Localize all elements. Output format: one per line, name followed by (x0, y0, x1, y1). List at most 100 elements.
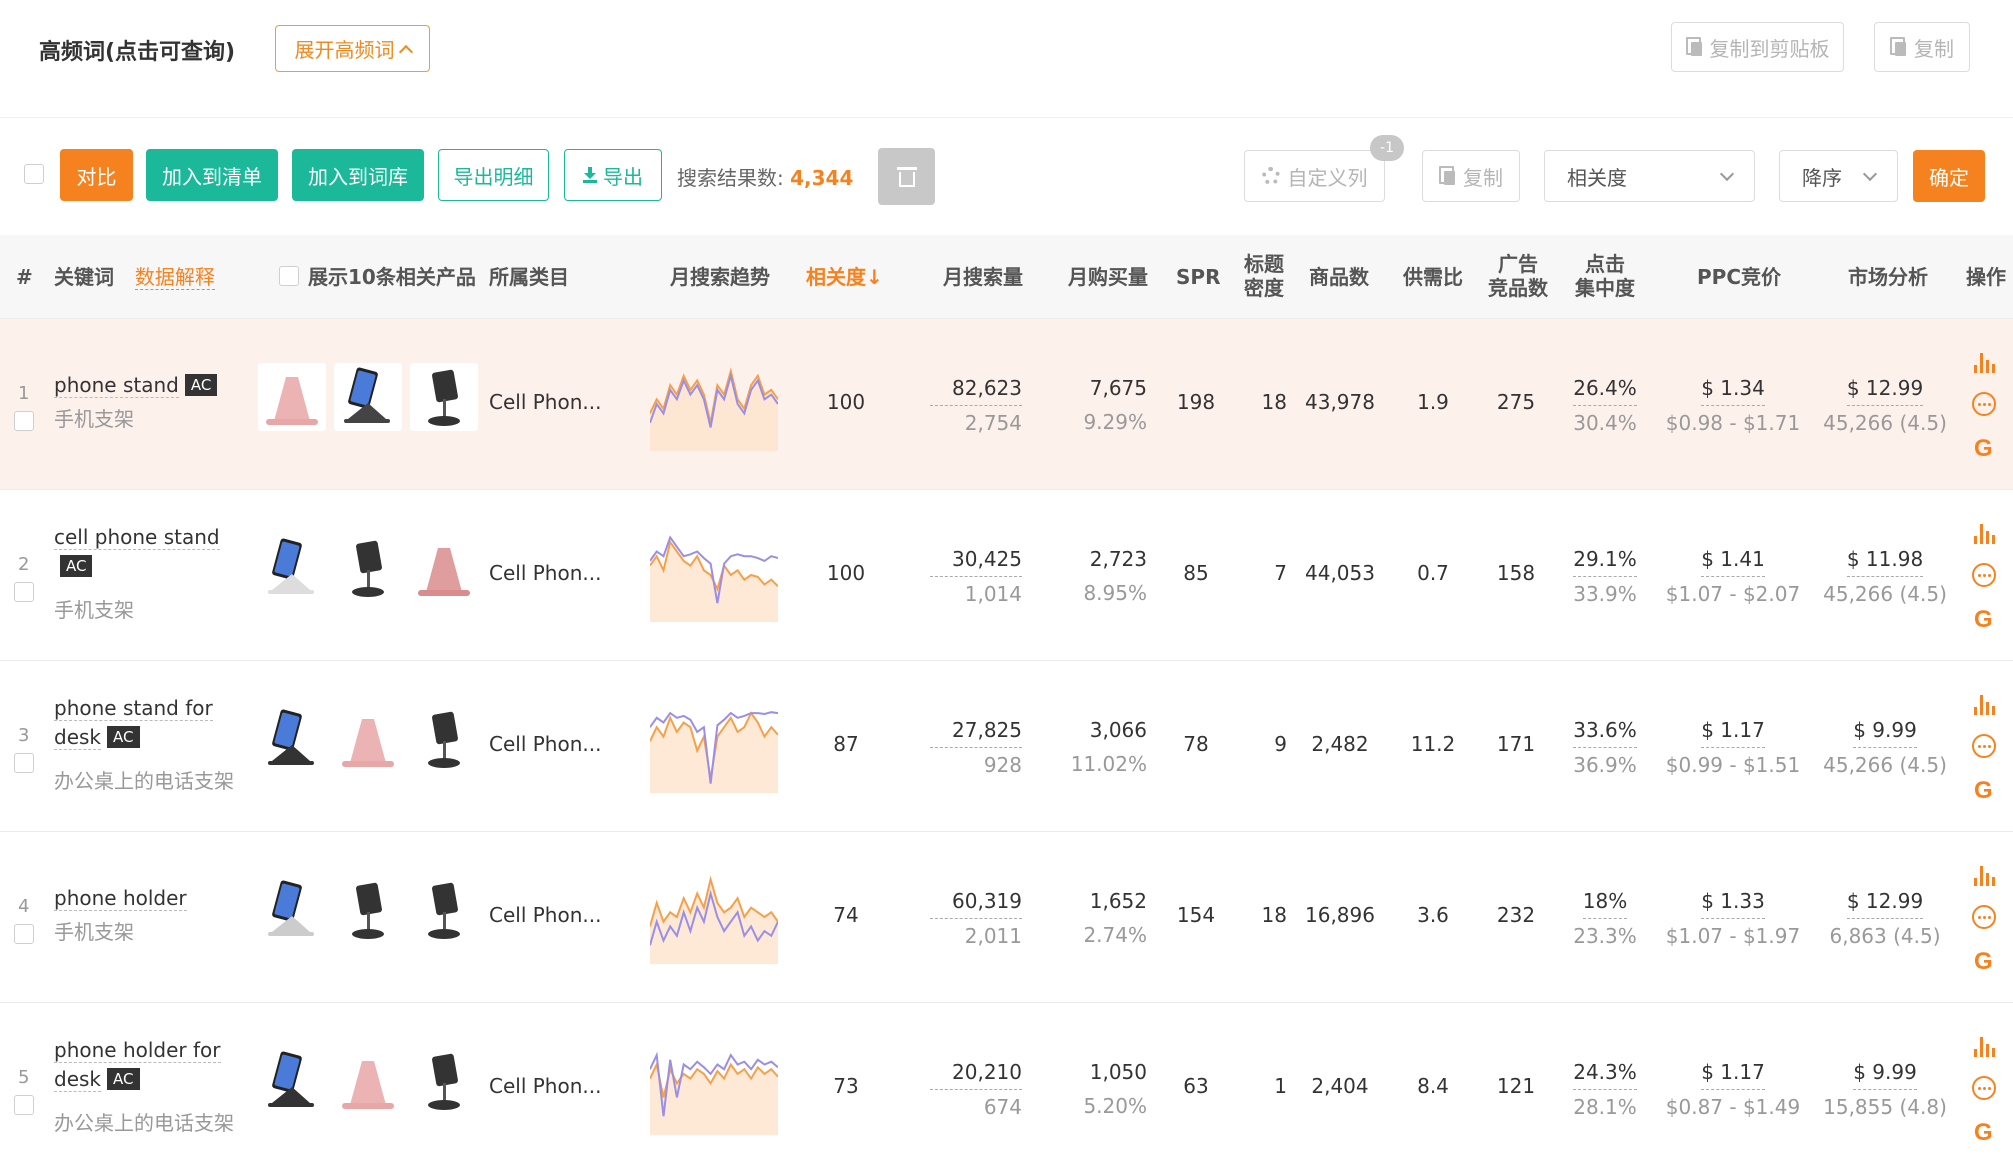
monthly-buy-cell: 2,723 8.95% (1083, 547, 1147, 605)
col-monthly-search[interactable]: 月搜索量 (943, 265, 1023, 289)
google-search-icon[interactable]: G (1974, 435, 1993, 463)
google-search-icon[interactable]: G (1974, 1119, 1993, 1147)
more-options-icon[interactable] (1972, 734, 1996, 758)
search-trend-sparkline[interactable] (650, 1041, 778, 1135)
title-density-cell: 1 (1274, 1074, 1287, 1098)
copy-to-clipboard-button[interactable]: 复制到剪贴板 (1671, 22, 1844, 72)
keyword-text[interactable]: phone holder (54, 886, 187, 911)
delete-button[interactable] (878, 148, 935, 205)
click-concentration-cell: 33.6% 36.9% (1560, 713, 1650, 782)
product-thumbnail[interactable] (410, 705, 478, 773)
keyword-cell[interactable]: phone holder for desk AC (54, 1036, 254, 1094)
select-all-checkbox[interactable] (24, 164, 44, 184)
export-button[interactable]: 导出 (564, 149, 662, 201)
bar-chart-icon[interactable] (1974, 695, 1996, 715)
add-to-library-button[interactable]: 加入到词库 (292, 149, 424, 201)
market-cell: $ 12.99 45,266 (4.5) (1820, 371, 1950, 440)
keyword-cell[interactable]: cell phone stand AC (54, 523, 254, 581)
row-checkbox[interactable] (14, 1095, 34, 1115)
keyword-cell[interactable]: phone holder (54, 884, 254, 913)
supply-ratio-cell: 3.6 (1417, 903, 1449, 927)
product-thumbnail[interactable] (258, 876, 326, 944)
category-cell: Cell Phon... (489, 903, 602, 927)
category-cell: Cell Phon... (489, 732, 602, 756)
col-spr[interactable]: SPR (1176, 265, 1220, 289)
product-thumbnail[interactable] (258, 1047, 326, 1115)
col-ppc[interactable]: PPC竞价 (1697, 265, 1781, 289)
more-options-icon[interactable] (1972, 392, 1996, 416)
bar-chart-icon[interactable] (1974, 353, 1996, 373)
more-options-icon[interactable] (1972, 563, 1996, 587)
keyword-cell[interactable]: phone stand for desk AC (54, 694, 254, 752)
custom-columns-badge: -1 (1370, 135, 1404, 161)
expand-high-frequency-button[interactable]: 展开高频词 (275, 25, 430, 72)
ppc-cell: $ 1.33 $1.07 - $1.97 (1660, 884, 1806, 953)
ac-badge: AC (184, 374, 218, 396)
col-product-count[interactable]: 商品数 (1309, 265, 1369, 289)
product-thumbnail[interactable] (410, 1047, 478, 1115)
sort-order-select[interactable]: 降序 (1779, 150, 1898, 202)
show-products-checkbox[interactable] (279, 266, 299, 286)
title-density-cell: 9 (1274, 732, 1287, 756)
col-supply-ratio[interactable]: 供需比 (1403, 265, 1463, 289)
ac-badge: AC (107, 1068, 140, 1090)
keyword-text[interactable]: cell phone stand (54, 525, 220, 550)
col-trend: 月搜索趋势 (670, 265, 770, 289)
product-thumbnail[interactable] (258, 705, 326, 773)
product-thumbnail[interactable] (410, 363, 478, 431)
more-options-icon[interactable] (1972, 905, 1996, 929)
row-checkbox[interactable] (14, 924, 34, 944)
google-search-icon[interactable]: G (1974, 948, 1993, 976)
col-relevance[interactable]: 相关度↓ (806, 265, 883, 289)
product-thumbnail[interactable] (258, 534, 326, 602)
high-frequency-bar: 高频词(点击可查询) 展开高频词 复制到剪贴板 复制 (0, 0, 2013, 118)
custom-columns-button[interactable]: 自定义列 (1244, 150, 1385, 202)
keyword-text[interactable]: phone stand (54, 373, 179, 398)
product-thumbnail[interactable] (334, 363, 402, 431)
product-thumbnail[interactable] (334, 705, 402, 773)
col-monthly-buy[interactable]: 月购买量 (1068, 265, 1148, 289)
row-checkbox[interactable] (14, 753, 34, 773)
search-trend-sparkline[interactable] (650, 357, 778, 451)
col-click-concentration[interactable]: 点击 集中度 (1575, 252, 1635, 300)
data-explain-link[interactable]: 数据解释 (134, 265, 215, 290)
search-trend-sparkline[interactable] (650, 699, 778, 793)
bar-chart-icon[interactable] (1974, 866, 1996, 886)
copy-button[interactable]: 复制 (1422, 150, 1520, 202)
product-thumbnail[interactable] (410, 534, 478, 602)
copy-icon (1890, 37, 1906, 57)
row-checkbox[interactable] (14, 411, 34, 431)
search-trend-sparkline[interactable] (650, 528, 778, 622)
add-to-list-button[interactable]: 加入到清单 (146, 149, 278, 201)
product-thumbnail[interactable] (334, 534, 402, 602)
export-detail-button[interactable]: 导出明细 (438, 149, 549, 201)
confirm-button[interactable]: 确定 (1913, 150, 1985, 202)
click-concentration-cell: 29.1% 33.9% (1560, 542, 1650, 611)
more-options-icon[interactable] (1972, 1076, 1996, 1100)
col-title-density[interactable]: 标题 密度 (1244, 252, 1284, 300)
sort-field-select[interactable]: 相关度 (1544, 150, 1755, 202)
product-thumbnail[interactable] (334, 876, 402, 944)
col-ad-count[interactable]: 广告 竞品数 (1488, 252, 1548, 300)
keyword-cell[interactable]: phone stand AC (54, 371, 254, 400)
product-thumbnail[interactable] (410, 876, 478, 944)
relevance-cell: 74 (833, 903, 859, 927)
row-checkbox[interactable] (14, 582, 34, 602)
product-thumbnail[interactable] (334, 1047, 402, 1115)
bar-chart-icon[interactable] (1974, 1037, 1996, 1057)
bar-chart-icon[interactable] (1974, 524, 1996, 544)
product-thumbnail[interactable] (258, 363, 326, 431)
spr-cell: 63 (1183, 1074, 1209, 1098)
compare-button[interactable]: 对比 (60, 149, 133, 201)
row-number: 5 (18, 1067, 30, 1088)
table-row: 1 phone stand AC 手机支架 Cell Phon... 100 82… (0, 319, 2013, 490)
copy-button-top[interactable]: 复制 (1874, 22, 1970, 72)
ppc-cell: $ 1.17 $0.99 - $1.51 (1660, 713, 1806, 782)
market-cell: $ 11.98 45,266 (4.5) (1820, 542, 1950, 611)
title-density-cell: 18 (1261, 390, 1287, 414)
product-count-cell: 16,896 (1305, 903, 1375, 927)
google-search-icon[interactable]: G (1974, 606, 1993, 634)
google-search-icon[interactable]: G (1974, 777, 1993, 805)
chevron-down-icon (1719, 166, 1735, 182)
search-trend-sparkline[interactable] (650, 870, 778, 964)
